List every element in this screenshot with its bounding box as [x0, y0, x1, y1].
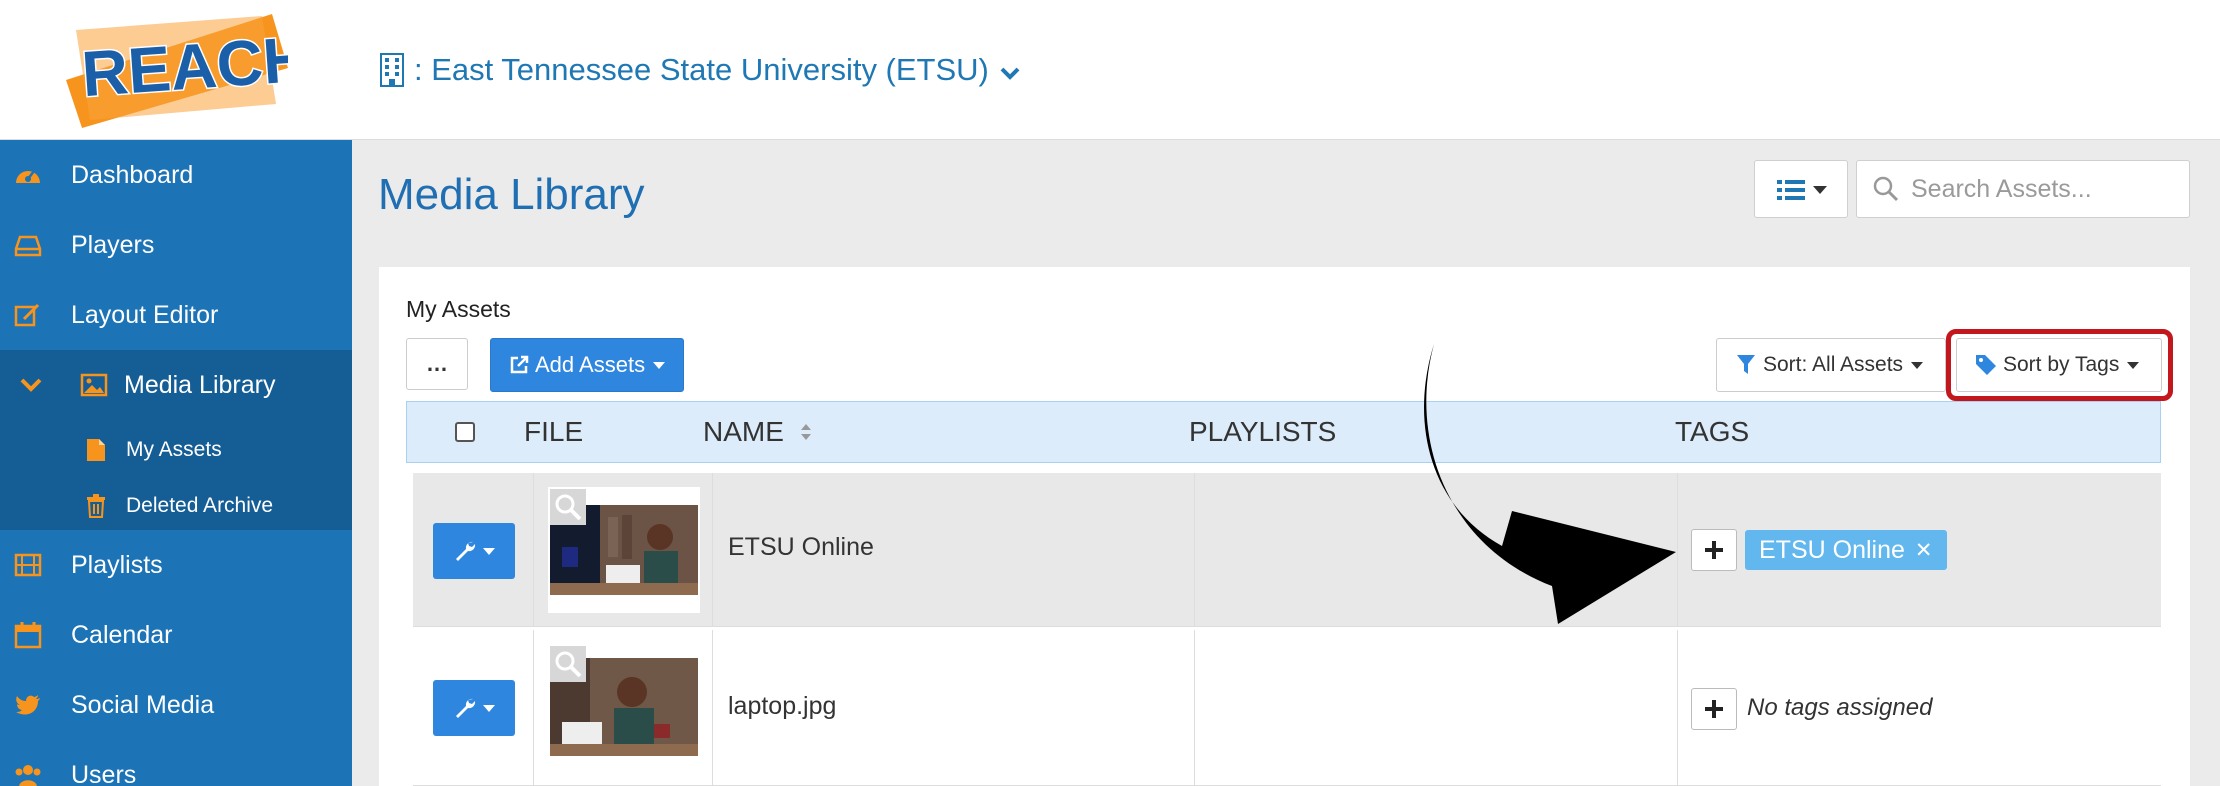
column-header-file: FILE — [524, 416, 584, 447]
add-tag-button[interactable] — [1691, 529, 1737, 571]
sidebar-item-users[interactable]: Users — [0, 740, 352, 786]
column-divider — [712, 473, 713, 626]
sidebar-subitem-label: Deleted Archive — [126, 494, 274, 517]
sidebar-item-media-library[interactable]: Media Library — [0, 350, 352, 420]
organization-selector[interactable]: : East Tennessee State University (ETSU) — [380, 46, 1021, 94]
column-header-name[interactable]: NAME — [703, 416, 812, 448]
caret-down-icon — [1911, 361, 1924, 369]
twitter-icon — [16, 695, 40, 715]
asset-thumbnail[interactable] — [548, 644, 700, 770]
sidebar-item-label: Social Media — [71, 690, 215, 719]
sidebar-item-layout-editor[interactable]: Layout Editor — [0, 280, 352, 350]
file-icon — [87, 439, 105, 461]
column-divider — [533, 630, 534, 785]
sort-all-assets-button[interactable]: Sort: All Assets — [1716, 338, 1946, 392]
dashboard-icon — [16, 170, 40, 183]
table-header: FILE NAME PLAYLISTS TAGS — [406, 401, 2161, 463]
external-link-icon — [510, 355, 529, 374]
top-header: REACH : East Tennessee State University … — [0, 0, 2220, 140]
zoom-icon[interactable] — [550, 489, 586, 525]
users-icon — [15, 765, 41, 786]
add-assets-button[interactable]: Add Assets — [490, 338, 684, 392]
sidebar-item-social-media[interactable]: Social Media — [0, 670, 352, 740]
sidebar-item-label: Playlists — [71, 550, 163, 579]
sidebar-subitem-label: My Assets — [126, 438, 222, 461]
tag-chip[interactable]: ETSU Online ✕ — [1745, 530, 1947, 570]
remove-tag-icon[interactable]: ✕ — [1915, 538, 1933, 563]
no-tags-text: No tags assigned — [1747, 694, 1933, 721]
column-header-playlists: PLAYLISTS — [1189, 416, 1337, 447]
tag-label: ETSU Online — [1759, 535, 1905, 564]
calendar-icon — [14, 622, 42, 649]
sort-all-label: Sort: All Assets — [1763, 353, 1904, 376]
image-icon — [80, 373, 108, 397]
sidebar-subitem-deleted-archive[interactable]: Deleted Archive — [0, 478, 352, 534]
column-divider — [1194, 473, 1195, 626]
building-icon — [380, 53, 404, 87]
more-options-button[interactable]: … — [406, 338, 468, 390]
sort-icon — [800, 424, 811, 440]
caret-down-icon — [483, 704, 495, 712]
sidebar-item-players[interactable]: Players — [0, 210, 352, 280]
caret-down-icon — [653, 361, 666, 369]
sidebar-item-playlists[interactable]: Playlists — [0, 530, 352, 600]
column-header-tags: TAGS — [1675, 416, 1750, 447]
logo-text: REACH — [79, 23, 288, 111]
film-icon — [14, 553, 42, 577]
trash-icon — [87, 494, 105, 518]
sidebar-subitem-my-assets[interactable]: My Assets — [0, 422, 352, 478]
edit-icon — [14, 303, 40, 327]
panel-title: My Assets — [406, 296, 511, 322]
plus-icon — [1705, 541, 1723, 559]
page-title: Media Library — [378, 170, 645, 219]
sidebar-item-label: Dashboard — [71, 160, 194, 189]
wrench-icon — [456, 698, 476, 718]
column-divider — [1194, 630, 1195, 785]
sidebar-item-calendar[interactable]: Calendar — [0, 600, 352, 670]
asset-name[interactable]: laptop.jpg — [728, 692, 836, 721]
sidebar-item-label: Media Library — [124, 370, 276, 399]
highlight-box — [1946, 329, 2173, 401]
table-row: ETSU Online ETSU Online ✕ — [413, 473, 2161, 627]
column-header-name-label: NAME — [703, 416, 784, 447]
sidebar-item-label: Players — [71, 230, 155, 259]
zoom-icon[interactable] — [550, 646, 586, 682]
column-divider — [1677, 630, 1678, 785]
reach-logo[interactable]: REACH — [62, 12, 288, 128]
row-actions-button[interactable] — [433, 523, 515, 579]
plus-icon — [1705, 700, 1723, 718]
caret-down-icon — [1813, 186, 1827, 194]
chevron-down-icon — [1000, 67, 1020, 80]
wrench-icon — [456, 541, 476, 561]
asset-thumbnail[interactable] — [548, 487, 700, 613]
table-row: laptop.jpg No tags assigned — [413, 630, 2161, 786]
column-divider — [712, 630, 713, 785]
sidebar-item-dashboard[interactable]: Dashboard — [0, 140, 352, 210]
sidebar-item-label: Layout Editor — [71, 300, 219, 329]
chevron-down-icon — [20, 378, 42, 392]
caret-down-icon — [483, 547, 495, 555]
view-toggle-button[interactable] — [1754, 160, 1848, 218]
sidebar-item-label: Users — [71, 760, 137, 786]
search-box[interactable] — [1856, 160, 2190, 218]
annotation-arrow — [1424, 344, 1676, 624]
add-assets-label: Add Assets — [535, 352, 646, 377]
organization-name: : East Tennessee State University (ETSU) — [414, 52, 989, 87]
row-actions-button[interactable] — [433, 680, 515, 736]
filter-icon — [1737, 355, 1755, 374]
asset-name[interactable]: ETSU Online — [728, 533, 874, 562]
search-icon — [1873, 176, 1899, 202]
add-tag-button[interactable] — [1691, 688, 1737, 730]
player-icon — [14, 235, 42, 257]
search-input[interactable] — [1911, 174, 2181, 204]
sidebar: Dashboard Players Layout Editor Media Li… — [0, 140, 352, 786]
column-divider — [533, 473, 534, 626]
select-all-checkbox[interactable] — [455, 422, 475, 442]
list-icon — [1777, 180, 1805, 200]
sidebar-item-label: Calendar — [71, 620, 173, 649]
